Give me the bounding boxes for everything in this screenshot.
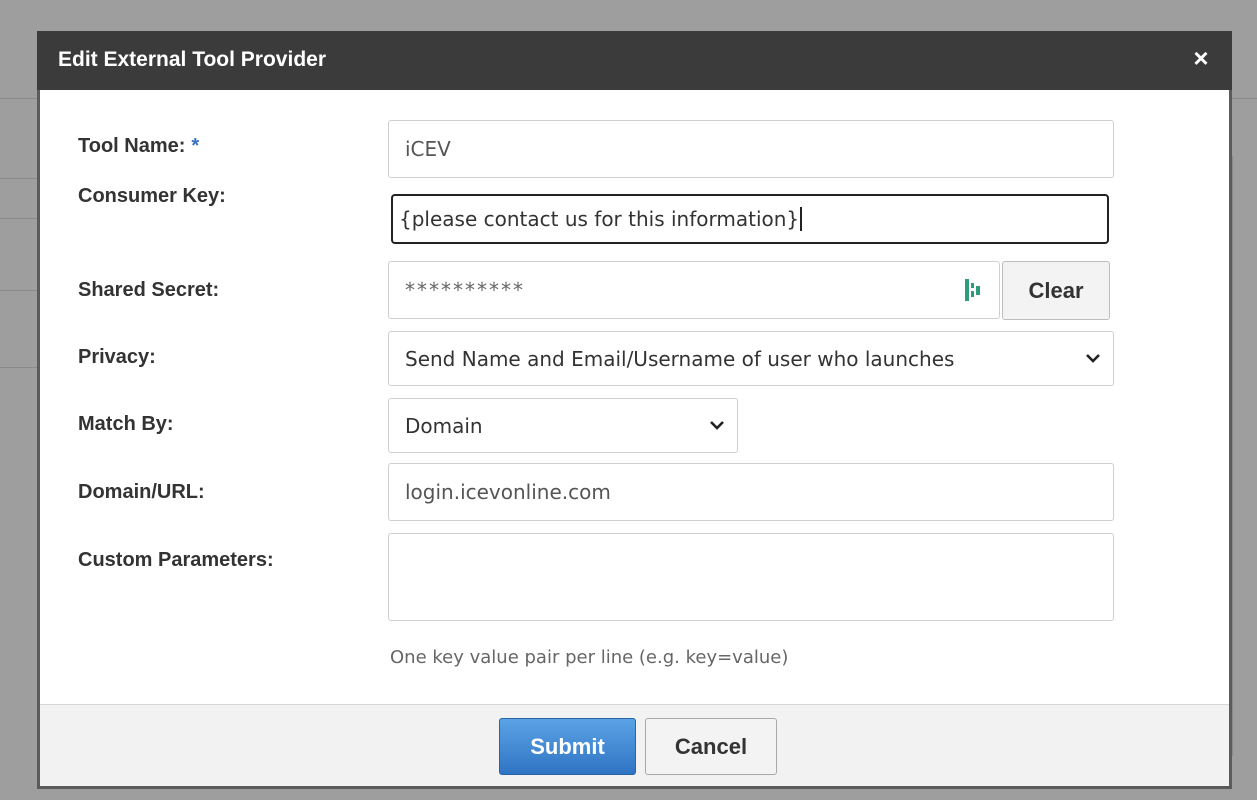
edit-tool-provider-dialog: Edit External Tool Provider × Tool Name:… xyxy=(37,31,1232,789)
dialog-header: Edit External Tool Provider × xyxy=(37,31,1232,90)
tool-name-input[interactable]: iCEV xyxy=(388,120,1114,178)
tool-name-label: Tool Name: * xyxy=(78,135,199,158)
consumer-key-input[interactable]: {please contact us for this information} xyxy=(391,194,1109,244)
custom-parameters-textarea[interactable] xyxy=(388,533,1114,621)
privacy-select[interactable]: Send Name and Email/Username of user who… xyxy=(388,331,1114,386)
domain-url-value: login.icevonline.com xyxy=(405,480,611,504)
chevron-down-icon xyxy=(1086,354,1100,363)
password-manager-icon[interactable] xyxy=(964,277,982,303)
cancel-button[interactable]: Cancel xyxy=(645,718,777,775)
domain-url-label: Domain/URL: xyxy=(78,481,205,503)
tool-name-value: iCEV xyxy=(405,137,451,161)
privacy-selected-value: Send Name and Email/Username of user who… xyxy=(405,346,955,371)
shared-secret-input[interactable]: ********** xyxy=(388,261,1000,319)
custom-parameters-hint: One key value pair per line (e.g. key=va… xyxy=(390,647,789,668)
consumer-key-label: Consumer Key: xyxy=(78,185,226,207)
custom-parameters-label: Custom Parameters: xyxy=(78,549,274,571)
close-icon[interactable]: × xyxy=(1188,45,1214,71)
domain-url-input[interactable]: login.icevonline.com xyxy=(388,463,1114,521)
text-caret xyxy=(800,207,803,231)
match-by-select[interactable]: Domain xyxy=(388,398,738,453)
match-by-selected-value: Domain xyxy=(405,413,483,438)
dialog-footer: Submit Cancel xyxy=(40,704,1229,786)
tool-name-label-text: Tool Name: xyxy=(78,135,186,157)
submit-button[interactable]: Submit xyxy=(499,718,636,775)
chevron-down-icon xyxy=(710,421,724,430)
clear-secret-button[interactable]: Clear xyxy=(1002,261,1110,320)
match-by-label: Match By: xyxy=(78,413,174,435)
shared-secret-value: ********** xyxy=(405,278,525,302)
required-mark: * xyxy=(191,135,200,157)
shared-secret-label: Shared Secret: xyxy=(78,279,220,301)
privacy-label: Privacy: xyxy=(78,346,156,368)
dialog-title: Edit External Tool Provider xyxy=(58,48,326,71)
consumer-key-value: {please contact us for this information} xyxy=(399,207,800,231)
